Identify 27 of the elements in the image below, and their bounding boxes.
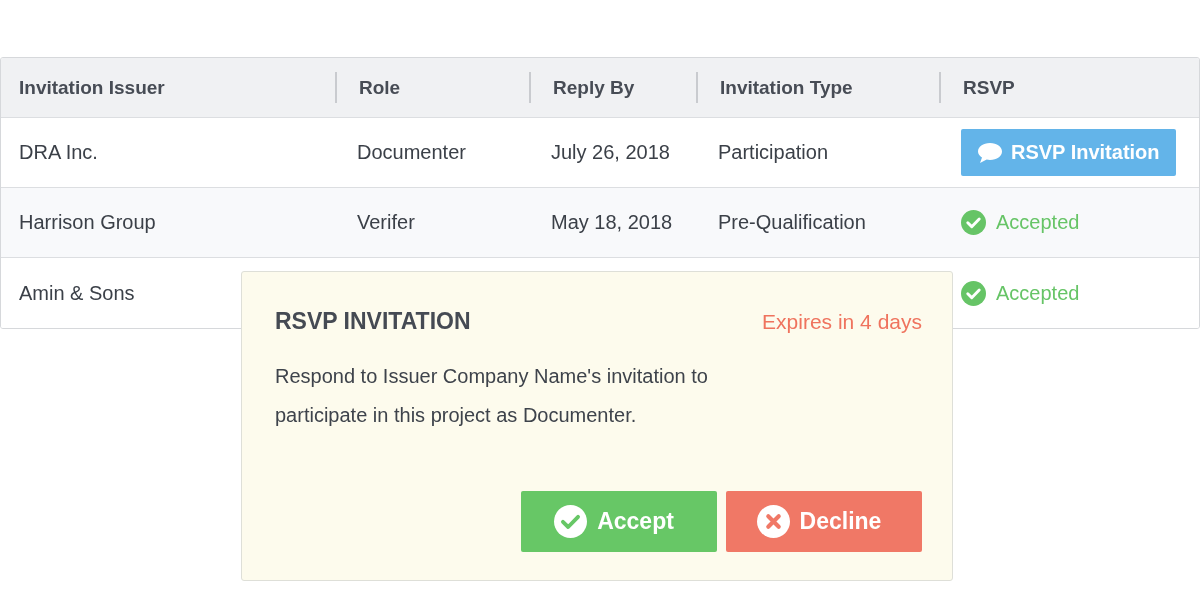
speech-bubble-icon: [977, 141, 1003, 164]
type-cell: Participation: [718, 141, 829, 164]
issuer-cell: Harrison Group: [19, 211, 156, 234]
column-header: Role: [335, 72, 529, 103]
check-circle-icon: [961, 280, 986, 306]
check-circle-icon: [961, 210, 986, 235]
issuer-cell: Amin & Sons: [19, 281, 135, 305]
rsvp-invitation-button[interactable]: RSVP Invitation: [961, 129, 1176, 176]
issuer-cell: DRA Inc.: [19, 141, 98, 164]
decline-button[interactable]: Decline: [726, 491, 922, 552]
expiry-text: Expires in 4 days: [762, 309, 922, 334]
column-header: RSVP: [939, 72, 1199, 103]
x-circle-icon: [756, 505, 790, 538]
popover-message: Respond to Issuer Company Name's invitation to participate in this project as Documenter.: [275, 364, 709, 428]
date-cell: July 26, 2018: [551, 141, 670, 164]
status-text: Accepted: [996, 281, 1080, 305]
check-circle-icon: [554, 505, 588, 538]
type-cell: Pre-Qualification: [718, 211, 866, 234]
status-text: Accepted: [996, 211, 1080, 234]
role-cell: Verifer: [357, 211, 415, 234]
popover-title: RSVP INVITATION: [275, 308, 471, 335]
date-cell: May 18, 2018: [551, 211, 673, 234]
column-header: Invitation Issuer: [18, 75, 166, 100]
role-cell: Documenter: [357, 141, 466, 164]
column-header: Invitation Type: [696, 72, 939, 103]
accept-button[interactable]: Accept: [521, 491, 717, 552]
column-header: Reply By: [529, 72, 696, 103]
